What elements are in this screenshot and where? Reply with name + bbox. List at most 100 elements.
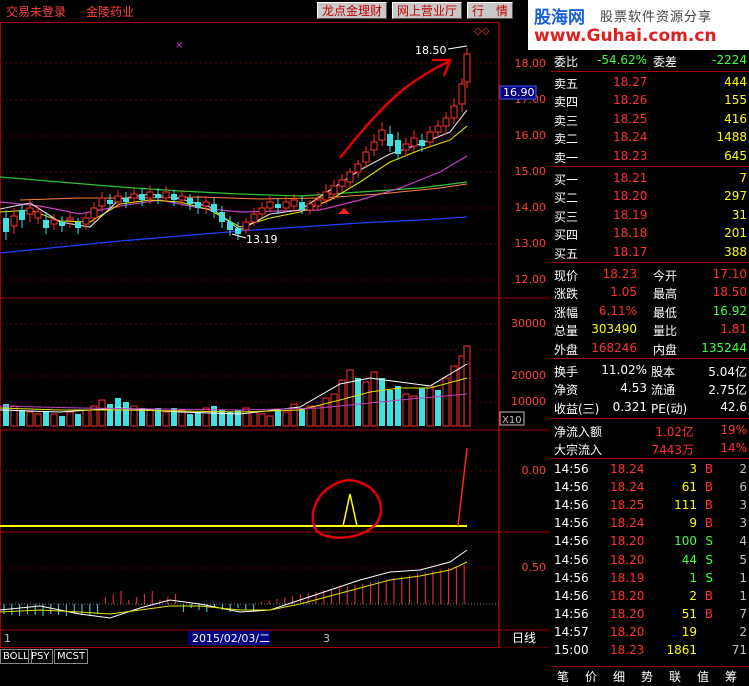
candle-body <box>59 222 65 226</box>
price-axis-label-5: 13.00 <box>515 237 547 250</box>
volume-bar <box>3 404 9 426</box>
volume-bar <box>75 414 81 426</box>
detail-tab[interactable]: 联 <box>669 668 681 685</box>
volume-bar <box>146 409 154 427</box>
weibi-label: 委比 <box>554 55 579 69</box>
detail-tab[interactable]: 值 <box>697 668 709 685</box>
tick-side: S <box>705 552 713 567</box>
bid-label: 买一 <box>554 173 579 187</box>
candle-body <box>426 131 434 143</box>
detail-tab[interactable]: 价 <box>585 668 597 685</box>
volume-bar <box>450 365 458 427</box>
volume-bar <box>299 408 305 426</box>
ask-label: 卖五 <box>554 77 579 91</box>
tick-count: 2 <box>739 462 747 476</box>
volume-bar <box>435 390 441 426</box>
volume-bar <box>258 413 266 427</box>
trade-tick-row: 14:56 18.25 111 B 3 <box>551 497 749 515</box>
bid-volume: 201 <box>724 226 747 241</box>
tick-volume: 100 <box>674 534 697 549</box>
quote-button[interactable]: 行 情 <box>467 2 514 19</box>
candle-body <box>402 143 410 151</box>
candle-body <box>123 198 129 202</box>
period-label[interactable]: 日线 <box>512 631 536 645</box>
volume-bar <box>43 412 49 426</box>
login-status[interactable]: 交易未登录 <box>6 3 66 20</box>
volume-bar <box>442 377 450 427</box>
candle-body <box>211 204 217 212</box>
kline-chart[interactable]: 18.00 17.00 16.00 15.00 14.00 13.00 12.0… <box>0 22 551 670</box>
longdian-finance-button[interactable]: 龙点金理财 <box>317 2 388 19</box>
chart-diamond-icon: ◇◇ <box>474 26 490 37</box>
high-price-label: 18.50 <box>415 44 447 57</box>
flow-label: 大宗流入 <box>554 443 603 458</box>
ask-price: 18.27 <box>613 75 648 89</box>
indicator-tab-mcst[interactable]: MCST <box>54 649 89 664</box>
ind1-axis-label: 0.00 <box>522 464 547 477</box>
vol-axis-label-0: 30000 <box>511 317 546 330</box>
candle-body <box>266 201 274 209</box>
ask-label: 卖二 <box>554 132 579 147</box>
tick-count: 6 <box>739 480 747 495</box>
candle-body <box>3 218 9 232</box>
bid-row: 买三 18.19 31 <box>551 207 749 225</box>
tick-count: 2 <box>739 624 747 639</box>
candle-body <box>419 140 425 146</box>
volume-bar <box>195 412 201 426</box>
volume-bar <box>59 416 65 426</box>
volume-bar <box>306 405 314 427</box>
macd-line-white <box>0 549 468 619</box>
stat-value-2: 1.81 <box>720 322 747 337</box>
volume-bar <box>355 378 361 426</box>
detail-tabs: 笔价细势联值筹 <box>551 666 749 686</box>
weibi-value: -54.62% <box>597 53 648 67</box>
tick-time: 14:56 <box>554 498 589 513</box>
candle-body <box>354 163 362 173</box>
candle-body <box>306 203 314 211</box>
volume-bar <box>322 397 330 427</box>
trade-tick-row: 14:56 18.19 1 S 1 <box>551 570 749 588</box>
stat-value-2: 135244 <box>701 340 747 355</box>
weicha-label: 委差 <box>653 55 678 69</box>
candle-body <box>139 194 145 200</box>
fund-value-2: 2.75亿 <box>708 383 747 398</box>
ask-price: 18.23 <box>613 148 648 163</box>
indicator-tab-psy[interactable]: PSY <box>28 649 53 664</box>
detail-tab[interactable]: 筹 <box>725 668 737 685</box>
bid-volume: 31 <box>731 207 747 222</box>
fund-row: 净资 4.53 流通 2.75亿 <box>551 380 749 398</box>
candle-body <box>322 191 330 201</box>
flow-label: 净流入额 <box>554 425 603 439</box>
marker-x: × <box>175 40 183 51</box>
stat-label-2: 内盘 <box>653 342 678 357</box>
ind2-axis-label: 0.50 <box>522 561 547 574</box>
stat-label-2: 量比 <box>653 324 678 339</box>
online-hall-button[interactable]: 网上营业厅 <box>392 2 463 19</box>
detail-tab[interactable]: 细 <box>613 668 625 685</box>
indicator-tab-boll[interactable]: BOLL <box>0 649 32 664</box>
detail-tab[interactable]: 笔 <box>557 668 569 685</box>
candle-body <box>290 199 298 207</box>
trade-tick-row: 14:56 18.20 44 S 5 <box>551 552 749 570</box>
current-price-tag: 16.90 <box>499 85 537 100</box>
volume-bar <box>219 410 225 426</box>
volume-bar <box>426 385 434 427</box>
stat-label-2: 最高 <box>653 287 678 302</box>
volume-bar <box>19 410 25 426</box>
ma-line-purple <box>0 155 468 215</box>
candle-body <box>195 202 201 208</box>
stat-label-2: 最低 <box>653 305 678 320</box>
vol-axis-label-1: 20000 <box>511 369 546 382</box>
trade-tick-row: 14:56 18.20 2 B 1 <box>551 588 749 606</box>
ask-price: 18.25 <box>613 111 648 126</box>
stat-value: 1.05 <box>610 285 637 300</box>
candle-body <box>299 202 305 210</box>
ask-price: 18.24 <box>613 130 648 145</box>
tick-side: B <box>704 480 713 495</box>
bid-label: 买五 <box>554 246 579 261</box>
candle-body <box>26 207 34 215</box>
tick-price: 18.24 <box>610 480 645 495</box>
candle-body <box>410 137 418 147</box>
detail-tab[interactable]: 势 <box>641 668 653 685</box>
volume-bar <box>463 345 471 427</box>
